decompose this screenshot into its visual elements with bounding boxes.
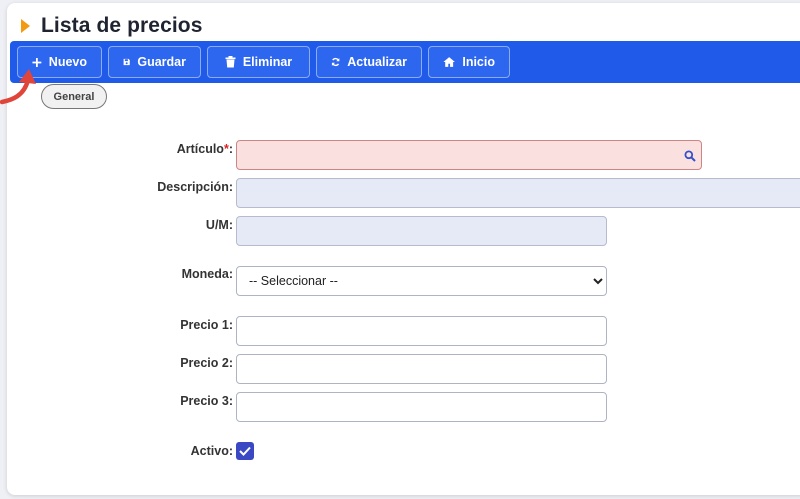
precio3-input[interactable] xyxy=(236,392,607,422)
toolbar: Nuevo Guardar Eliminar Actualizar Inicio xyxy=(10,41,800,83)
delete-button[interactable]: Eliminar xyxy=(207,46,310,78)
delete-button-label: Eliminar xyxy=(242,55,293,69)
precio3-label: Precio 3: xyxy=(180,394,233,408)
checkmark-icon xyxy=(239,446,251,456)
home-button-label: Inicio xyxy=(462,55,495,69)
home-icon xyxy=(443,57,455,67)
save-button-label: Guardar xyxy=(137,55,186,69)
home-button[interactable]: Inicio xyxy=(428,46,510,78)
descripcion-field xyxy=(236,178,800,208)
activo-checkbox[interactable] xyxy=(236,442,254,460)
precio2-input[interactable] xyxy=(236,354,607,384)
descripcion-label: Descripción: xyxy=(157,180,233,194)
activo-label: Activo: xyxy=(190,444,233,458)
refresh-button-label: Actualizar xyxy=(347,55,407,69)
save-button[interactable]: Guardar xyxy=(108,46,201,78)
precio1-label: Precio 1: xyxy=(180,318,233,332)
precio2-label: Precio 2: xyxy=(180,356,233,370)
um-label: U/M: xyxy=(205,218,233,232)
title-marker-icon xyxy=(21,19,30,33)
moneda-select[interactable]: -- Seleccionar -- xyxy=(236,266,607,296)
trash-icon xyxy=(225,56,236,68)
page-title: Lista de precios xyxy=(41,14,203,37)
main-card: Lista de precios Nuevo Guardar Eliminar … xyxy=(7,3,800,495)
articulo-input[interactable] xyxy=(236,140,702,170)
search-icon[interactable] xyxy=(684,150,696,162)
pointer-arrow-icon xyxy=(0,69,36,105)
moneda-label: Moneda: xyxy=(181,267,233,281)
new-button-label: Nuevo xyxy=(48,55,87,69)
tab-general[interactable]: General xyxy=(41,84,107,109)
um-field xyxy=(236,216,607,246)
articulo-label: Artículo*: xyxy=(176,142,233,156)
title-row: Lista de precios xyxy=(21,13,203,39)
refresh-button[interactable]: Actualizar xyxy=(316,46,422,78)
precio1-input[interactable] xyxy=(236,316,607,346)
floppy-icon xyxy=(123,58,130,66)
refresh-icon xyxy=(331,57,340,67)
